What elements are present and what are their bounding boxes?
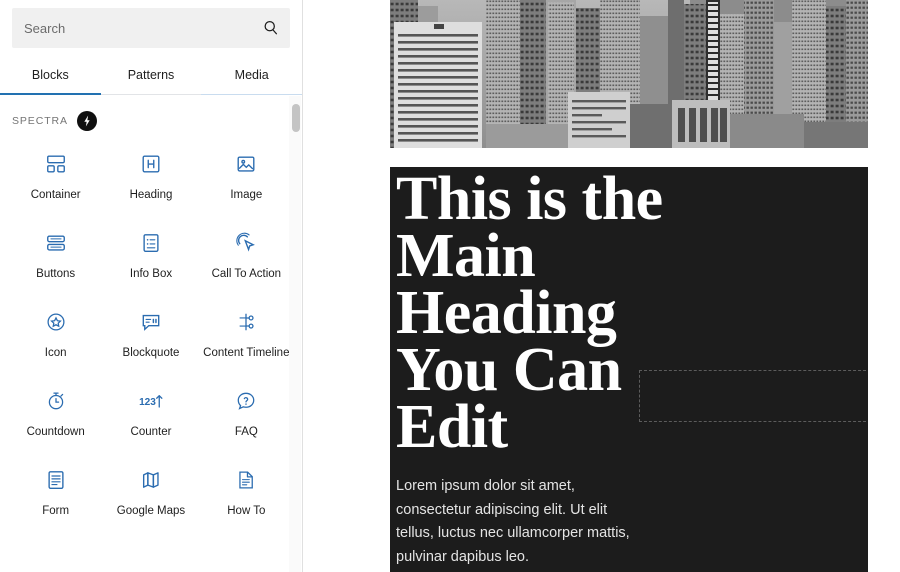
- inserter-tabs: Blocks Patterns Media: [0, 56, 302, 95]
- category-header: SPECTRA: [0, 95, 302, 141]
- heading-icon: [140, 151, 162, 177]
- block-item-container[interactable]: Container: [8, 141, 103, 220]
- hero-cityscape-image[interactable]: [390, 0, 868, 148]
- hero-paragraph[interactable]: Lorem ipsum dolor sit amet, consectetur …: [396, 475, 641, 569]
- category-title: SPECTRA: [12, 115, 68, 127]
- form-icon: [45, 467, 67, 493]
- content-timeline-icon: [235, 309, 257, 335]
- block-item-google-maps[interactable]: Google Maps: [103, 457, 198, 536]
- block-item-counter[interactable]: 123 Counter: [103, 378, 198, 457]
- svg-text:123: 123: [139, 397, 156, 408]
- search-icon[interactable]: [262, 19, 280, 37]
- container-icon: [45, 151, 67, 177]
- block-grid: Container Heading Image Buttons Info Box…: [0, 141, 302, 536]
- block-item-image[interactable]: Image: [199, 141, 294, 220]
- cityscape-photo: [390, 0, 868, 148]
- search-area: [0, 0, 302, 48]
- tab-blocks[interactable]: Blocks: [0, 56, 101, 95]
- tab-blocks-label: Blocks: [31, 68, 69, 82]
- block-item-content-timeline[interactable]: Content Timeline: [199, 299, 294, 378]
- counter-icon: 123: [138, 388, 164, 414]
- countdown-icon: [45, 388, 67, 414]
- block-item-blockquote[interactable]: Blockquote: [103, 299, 198, 378]
- block-label: Buttons: [36, 268, 76, 280]
- block-item-how-to[interactable]: How To: [199, 457, 294, 536]
- block-label: Heading: [129, 189, 173, 201]
- block-label: Counter: [130, 426, 172, 438]
- info-box-icon: [140, 230, 162, 256]
- google-maps-icon: [140, 467, 162, 493]
- block-label: Info Box: [129, 268, 173, 280]
- block-label: Image: [230, 189, 263, 201]
- block-label: FAQ: [234, 426, 258, 438]
- block-item-icon[interactable]: Icon: [8, 299, 103, 378]
- icon-star-icon: [45, 309, 67, 335]
- search-input[interactable]: [24, 8, 278, 48]
- blockquote-icon: [140, 309, 162, 335]
- block-item-countdown[interactable]: Countdown: [8, 378, 103, 457]
- tab-media-label: Media: [234, 68, 269, 82]
- tab-patterns[interactable]: Patterns: [101, 56, 202, 94]
- block-label: How To: [227, 505, 266, 517]
- block-item-form[interactable]: Form: [8, 457, 103, 536]
- tab-media[interactable]: Media: [201, 56, 302, 95]
- block-item-info-box[interactable]: Info Box: [103, 220, 198, 299]
- block-label: Call To Action: [211, 268, 282, 280]
- inserter-scrollbar-thumb[interactable]: [292, 104, 300, 132]
- block-label: Container: [30, 189, 81, 201]
- block-inserter-panel: Blocks Patterns Media SPECTRA: [0, 0, 303, 572]
- image-icon: [235, 151, 257, 177]
- block-item-call-to-action[interactable]: Call To Action: [199, 220, 294, 299]
- block-label: Content Timeline: [203, 347, 290, 359]
- search-box[interactable]: [12, 8, 290, 48]
- dark-hero-block[interactable]: This is the Main Heading You Can Edit Lo…: [390, 167, 868, 572]
- block-label: Google Maps: [116, 505, 186, 517]
- block-item-heading[interactable]: Heading: [103, 141, 198, 220]
- inserter-scrollbar-track[interactable]: [289, 96, 301, 572]
- call-to-action-icon: [235, 230, 257, 256]
- block-label: Icon: [44, 347, 67, 359]
- block-label: Blockquote: [122, 347, 180, 359]
- block-item-buttons[interactable]: Buttons: [8, 220, 103, 299]
- how-to-icon: [235, 467, 257, 493]
- faq-icon: [235, 388, 257, 414]
- tab-patterns-label: Patterns: [127, 68, 175, 82]
- empty-placeholder-block[interactable]: [639, 370, 868, 422]
- lightning-bolt-icon: [76, 111, 97, 131]
- buttons-icon: [45, 230, 67, 256]
- editor-canvas: This is the Main Heading You Can Edit Lo…: [304, 0, 900, 572]
- block-label: Form: [42, 505, 70, 517]
- block-item-faq[interactable]: FAQ: [199, 378, 294, 457]
- block-label: Countdown: [26, 426, 85, 438]
- editor-screen: Blocks Patterns Media SPECTRA: [0, 0, 900, 572]
